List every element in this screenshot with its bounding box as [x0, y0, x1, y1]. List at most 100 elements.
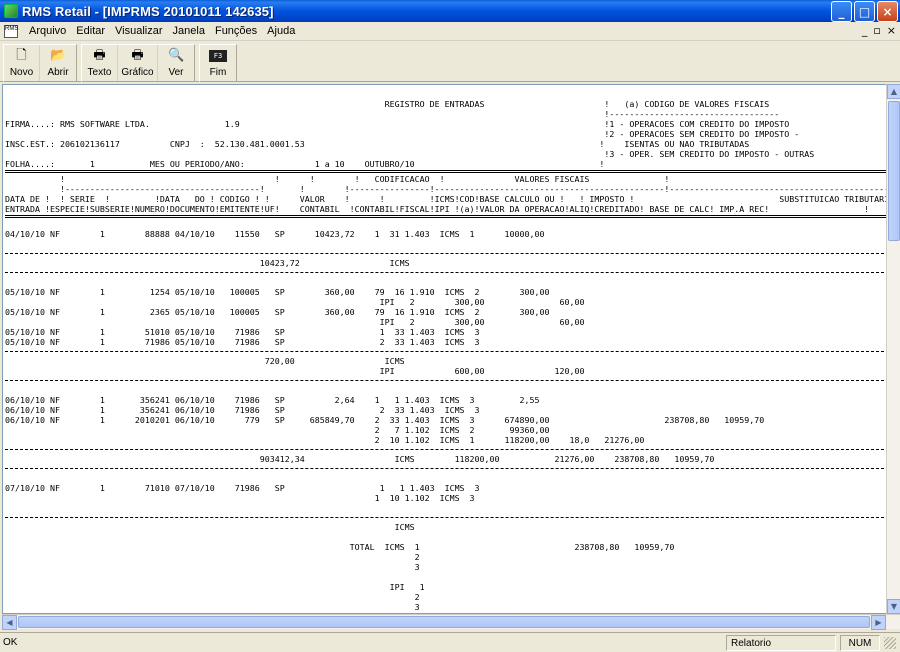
open-folder-icon: 📂 [50, 48, 67, 63]
report-viewport[interactable]: REGISTRO DE ENTRADAS ! (a) CODIGO DE VAL… [2, 84, 888, 614]
report-line: INSC.EST.: 206102136117 CNPJ : 52.130.48… [5, 139, 750, 149]
report-line [5, 239, 887, 249]
scroll-up-arrow-icon[interactable]: ▲ [887, 84, 900, 99]
horizontal-scroll-thumb[interactable] [18, 616, 870, 628]
menu-ajuda[interactable]: Ajuda [262, 25, 300, 37]
title-bar: RMS Retail - [IMPRMS 20101011 142635] _ … [0, 0, 900, 22]
scroll-left-arrow-icon[interactable]: ◀ [2, 615, 17, 630]
scroll-down-arrow-icon[interactable]: ▼ [887, 599, 900, 614]
report-line: ICMS [5, 522, 415, 532]
mdi-minimize-button[interactable]: _ [862, 24, 868, 37]
report-line: !3 - OPER. SEM CREDITO DO IMPOSTO - OUTR… [5, 149, 815, 159]
ver-button[interactable]: 🔍 Ver [158, 45, 194, 81]
vertical-scroll-thumb[interactable] [888, 101, 900, 241]
report-line: ! ! ! ! CODIFICACAO ! VALORES FISCAIS ! [59, 174, 670, 184]
report-line: FIRMA....: RMS SOFTWARE LTDA. 1.9 !1 - O… [5, 119, 790, 129]
novo-button[interactable]: 🗋 Novo [4, 45, 40, 81]
horizontal-scrollbar[interactable]: ◀ ▶ [2, 614, 900, 630]
report-dashed-rule [5, 380, 887, 381]
f3-key-icon: F3 [209, 50, 227, 62]
report-line: !2 - OPERACOES SEM CREDITO DO IMPOSTO - [5, 129, 800, 139]
report-line: IPI 600,00 120,00 [5, 366, 585, 376]
report-double-rule [5, 215, 887, 218]
vertical-scrollbar[interactable]: ▲ ▼ [886, 84, 900, 614]
window-controls: _ □ × [831, 1, 898, 22]
toolbar-group-file: 🗋 Novo 📂 Abrir [3, 44, 77, 82]
abrir-button[interactable]: 📂 Abrir [40, 45, 76, 81]
report-dashed-rule [5, 253, 887, 254]
grafico-button[interactable]: 🖶 Gráfico [118, 45, 158, 81]
report-dashed-rule [5, 351, 887, 352]
report-document: REGISTRO DE ENTRADAS ! (a) CODIGO DE VAL… [3, 85, 887, 613]
report-dashed-rule [5, 517, 887, 518]
report-line: 2 7 1.102 ICMS 2 99360,00 FORNECEDOR LTD… [374, 425, 550, 435]
report-line: 3 [5, 562, 420, 572]
report-line [5, 572, 887, 582]
menu-bar: RMS Arquivo Editar Visualizar Janela Fun… [0, 22, 900, 41]
menu-funcoes[interactable]: Funções [210, 25, 262, 37]
report-dashed-rule [5, 272, 887, 273]
report-dashed-rule [5, 468, 887, 469]
report-line: !---------------------------------------… [59, 184, 887, 194]
report-line: 2 10 1.102 ICMS 1 118200,00 18,0 21276,0… [374, 435, 645, 445]
window-title: RMS Retail - [IMPRMS 20101011 142635] [22, 3, 274, 19]
report-line: ENTRADA !ESPECIE!SUBSERIE!NUMERO!DOCUMEN… [5, 204, 870, 214]
menu-janela[interactable]: Janela [168, 25, 210, 37]
app-icon [4, 4, 18, 18]
report-line: 04/10/10 NF 1 88888 04/10/10 11550 SP 10… [5, 229, 545, 239]
mdi-close-button[interactable]: × [887, 24, 896, 37]
report-line [5, 532, 887, 542]
status-mode: Relatorio [726, 634, 836, 651]
minimize-button[interactable]: _ [831, 1, 852, 22]
toolbar-group-print: 🖶 Texto 🖶 Gráfico 🔍 Ver [81, 44, 195, 82]
preview-icon: 🔍 [168, 48, 185, 63]
abrir-label: Abrir [47, 67, 69, 78]
report-line: IPI 1 [5, 582, 425, 592]
status-message: OK [3, 636, 18, 648]
mdi-controls: _ ▫ × [862, 24, 896, 37]
ver-label: Ver [168, 67, 184, 78]
texto-label: Texto [87, 67, 112, 78]
report-line: 2 [5, 552, 420, 562]
toolbar-group-exit: F3 Fim [199, 44, 237, 82]
report-dashed-rule [5, 449, 887, 450]
report-line: 05/10/10 NF 1 2365 05/10/10 100005 SP 36… [5, 307, 550, 317]
report-line: 3 [5, 602, 420, 612]
report-line [5, 385, 887, 395]
document-icon[interactable]: RMS [4, 24, 18, 38]
fim-label: Fim [209, 67, 227, 78]
report-line: 1 10 1.102 ICMS 3 NF CANCELADA [374, 493, 475, 503]
report-line: 720,00 ICMS [5, 356, 405, 366]
mdi-restore-button[interactable]: ▫ [873, 24, 880, 37]
resize-grip-icon[interactable] [884, 636, 896, 649]
close-button[interactable]: × [877, 1, 898, 22]
grafico-label: Gráfico [121, 67, 154, 78]
report-line: TOTAL ICMS 1 238708,80 10959,70 [5, 542, 675, 552]
maximize-button[interactable]: □ [854, 1, 875, 22]
report-line: 06/10/10 NF 1 2010201 06/10/10 779 SP 68… [5, 415, 765, 425]
report-line [5, 219, 887, 229]
report-line: REGISTRO DE ENTRADAS ! (a) CODIGO DE VAL… [5, 99, 770, 109]
menu-editar[interactable]: Editar [71, 25, 110, 37]
report-double-rule [5, 170, 887, 173]
report-line: 06/10/10 NF 1 356241 06/10/10 71986 SP 2… [5, 405, 480, 415]
report-line: IPI 2 300,00 60,00 [5, 317, 585, 327]
toolbar: 🗋 Novo 📂 Abrir 🖶 Texto 🖶 Gráfico 🔍 Ver F… [0, 42, 900, 82]
report-line: 05/10/10 NF 1 51010 05/10/10 71986 SP 1 … [5, 327, 480, 337]
print-graphic-icon: 🖶 [131, 48, 144, 63]
status-numlock: NUM [840, 634, 880, 651]
menu-arquivo[interactable]: Arquivo [24, 25, 71, 37]
report-line: 903412,34 ICMS 118200,00 21276,00 238708… [5, 454, 715, 464]
texto-button[interactable]: 🖶 Texto [82, 45, 118, 81]
report-line: 10423,72 ICMS [5, 258, 410, 268]
fim-button[interactable]: F3 Fim [200, 45, 236, 81]
report-line: !---------------------------------- [5, 109, 780, 119]
novo-label: Novo [9, 67, 34, 78]
report-line: FOLHA....: 1 MES OU PERIODO/ANO: 1 a 10 … [5, 159, 605, 169]
report-line: DATA DE ! ! SERIE ! !DATA DO ! CODIGO ! … [5, 194, 887, 204]
scroll-right-arrow-icon[interactable]: ▶ [871, 615, 886, 630]
status-bar: OK Relatorio NUM [0, 632, 900, 652]
menu-visualizar[interactable]: Visualizar [110, 25, 168, 37]
report-line: 05/10/10 NF 1 71986 05/10/10 71986 SP 2 … [5, 337, 480, 347]
report-line: IPI 2 300,00 60,00 [5, 297, 585, 307]
